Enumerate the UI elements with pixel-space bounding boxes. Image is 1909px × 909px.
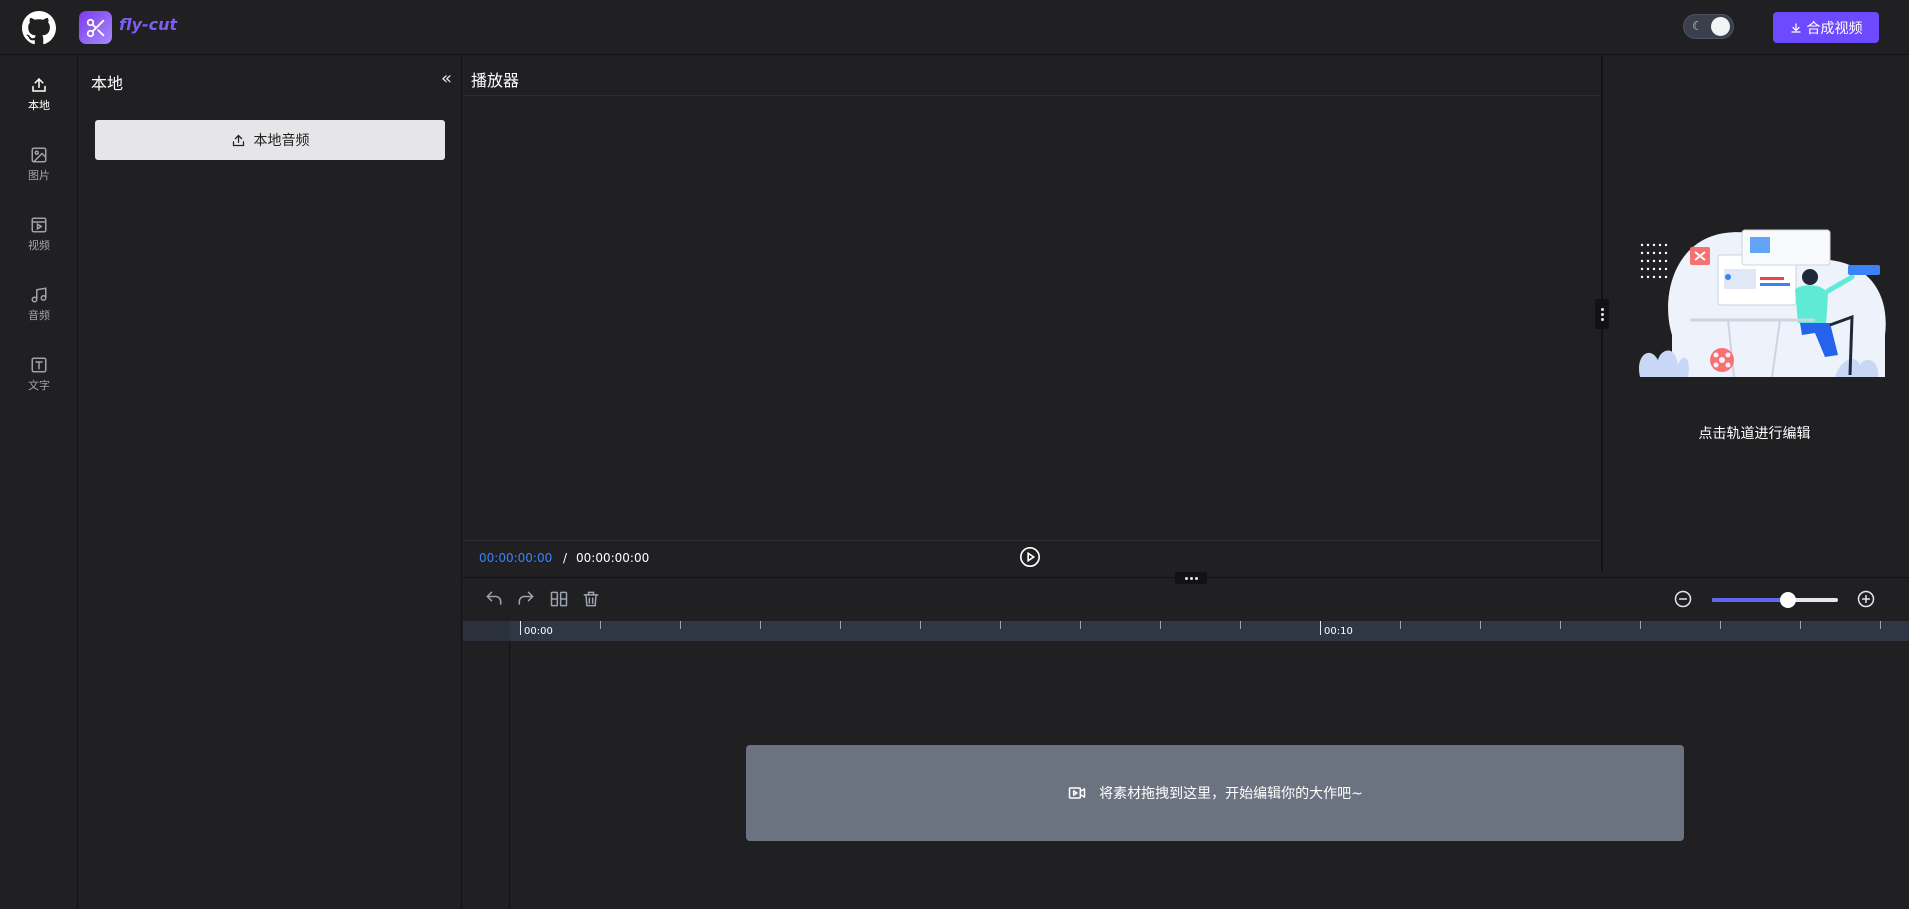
zoom-slider-fill: [1712, 598, 1788, 602]
export-video-label: 合成视频: [1806, 20, 1863, 37]
music-icon: [31, 286, 47, 302]
drop-zone-hint: 将素材拖拽到这里，开始编辑你的大作吧~: [1099, 786, 1363, 802]
attribute-panel-hint: 点击轨道进行编辑: [1698, 426, 1811, 442]
ruler-tick: [1240, 621, 1241, 629]
ruler-tick: [1880, 621, 1881, 629]
player-title: 播放器: [471, 71, 520, 90]
zoom-slider-knob[interactable]: [1779, 592, 1796, 608]
text-icon: [31, 357, 47, 372]
zoom-slider[interactable]: [1712, 592, 1838, 608]
ruler-tick: [1000, 621, 1001, 629]
player-panel: 播放器 00:00:00:00 / 00:00:00:00: [463, 56, 1600, 577]
image-icon: [31, 147, 47, 162]
ruler-tick: [600, 621, 601, 629]
upload-button-label: 本地音频: [253, 133, 310, 149]
timeline-ruler[interactable]: 00:00 00:10: [463, 621, 1909, 641]
collapse-panel-icon[interactable]: «: [441, 68, 452, 89]
ruler-tick: [1400, 621, 1401, 629]
github-icon[interactable]: [22, 11, 56, 45]
ruler-tick: [1720, 621, 1721, 629]
total-time: 00:00:00:00: [576, 551, 650, 565]
redo-icon[interactable]: [516, 589, 536, 609]
ruler-tick: [1560, 621, 1561, 629]
sidebar-item-audio[interactable]: 音频: [0, 275, 78, 333]
upload-icon: [32, 77, 46, 92]
ruler-label: 00:00: [524, 626, 553, 637]
play-button-icon[interactable]: [1019, 546, 1041, 568]
theme-toggle[interactable]: ☾: [1683, 14, 1734, 39]
sidebar-item-label: 视频: [28, 238, 50, 252]
sidebar-nav: 本地 图片 视频 音频 文字: [0, 56, 78, 909]
moon-icon: ☾: [1692, 19, 1703, 33]
zoom-out-icon[interactable]: [1673, 589, 1693, 609]
sidebar-item-video[interactable]: 视频: [0, 205, 78, 263]
sidebar-item-label: 图片: [28, 168, 50, 182]
export-video-button[interactable]: 合成视频: [1773, 12, 1879, 43]
sidebar-item-label: 音频: [28, 308, 50, 322]
sidebar-item-local[interactable]: 本地: [0, 65, 78, 123]
toggle-knob: [1711, 17, 1730, 36]
ruler-header-cell: [463, 621, 510, 641]
sidebar-item-label: 文字: [28, 378, 50, 392]
ruler-tick: [760, 621, 761, 629]
timeline-resize-handle[interactable]: [1175, 572, 1207, 584]
ruler-tick: [1160, 621, 1161, 629]
undo-icon[interactable]: [484, 589, 504, 609]
upload-icon: [232, 134, 244, 146]
time-separator: /: [563, 551, 568, 565]
ruler-tick: [1640, 621, 1641, 629]
sidebar-item-label: 本地: [28, 98, 50, 112]
attribute-panel-resize-handle[interactable]: [1595, 299, 1609, 329]
video-icon: [1068, 787, 1086, 799]
ruler-label: 00:10: [1324, 626, 1353, 637]
video-icon: [31, 217, 47, 232]
app-header: fly-cut ☾ 合成视频: [0, 0, 1909, 55]
ruler-tick: [520, 621, 521, 635]
resource-panel: 本地 « 本地音频: [79, 56, 462, 909]
track-header-divider: [509, 641, 510, 909]
player-controls-divider: [463, 540, 1600, 541]
sidebar-item-text[interactable]: 文字: [0, 345, 78, 403]
ruler-tick: [840, 621, 841, 629]
ruler-tick: [920, 621, 921, 629]
split-clip-icon[interactable]: [549, 589, 569, 609]
current-time: 00:00:00:00: [479, 551, 553, 565]
ruler-tick: [1320, 621, 1321, 635]
download-icon: [1790, 22, 1801, 33]
sidebar-item-image[interactable]: 图片: [0, 135, 78, 193]
ruler-tick: [1480, 621, 1481, 629]
delete-icon[interactable]: [581, 589, 601, 609]
ruler-tick: [1800, 621, 1801, 629]
timeline-drop-zone[interactable]: 将素材拖拽到这里，开始编辑你的大作吧~: [746, 745, 1684, 841]
ruler-tick: [1080, 621, 1081, 629]
app-logo-text: fly-cut: [119, 15, 178, 34]
upload-local-audio-button[interactable]: 本地音频: [95, 120, 445, 160]
zoom-in-icon[interactable]: [1856, 589, 1876, 609]
player-divider: [463, 95, 1600, 96]
ruler-tick: [680, 621, 681, 629]
resource-panel-title: 本地: [91, 74, 124, 93]
empty-state-illustration: [1639, 229, 1886, 378]
app-logo-icon: [79, 11, 112, 44]
